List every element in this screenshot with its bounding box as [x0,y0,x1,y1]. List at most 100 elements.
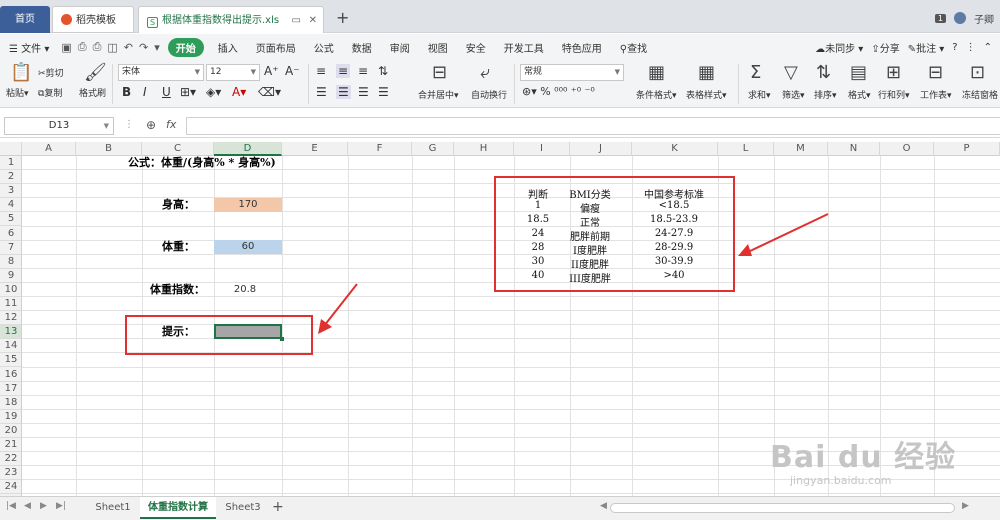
column-header-l[interactable]: L [718,142,774,156]
row-header-12[interactable]: 12 [0,311,21,325]
number-format-select[interactable]: 常规 ▼ [520,64,624,81]
sum-icon[interactable]: Σ [750,64,761,82]
paste-button[interactable]: 粘贴▾ [6,86,29,99]
border-icon[interactable]: ⊞▾ [180,85,196,99]
tab-view[interactable]: 视图 [419,40,457,55]
row-header-5[interactable]: 5 [0,212,21,226]
undo-icon[interactable]: ↶ [121,41,136,54]
formula-input[interactable] [186,117,1000,135]
align-right-icon[interactable]: ☰ [358,85,369,99]
row-header-21[interactable]: 21 [0,438,21,452]
row-header-1[interactable]: 1 [0,156,21,170]
sheet-tab-sheet1[interactable]: Sheet1 [88,497,138,519]
sort-button[interactable]: 排序▾ [814,88,837,101]
decrease-font-icon[interactable]: A⁻ [285,64,300,78]
name-box[interactable]: D13 ▼ [4,117,114,135]
increase-font-icon[interactable]: A⁺ [264,64,279,78]
row-header-23[interactable]: 23 [0,466,21,480]
freeze-icon[interactable]: ⊡ [970,64,985,82]
tab-data[interactable]: 数据 [343,40,381,55]
tab-page-layout[interactable]: 页面布局 [247,40,305,55]
worksheet-icon[interactable]: ⊟ [928,64,943,82]
window-icon[interactable]: ▭ [292,7,301,34]
tab-docer-templates[interactable]: 稻壳模板 [52,6,134,33]
format-painter-button[interactable]: 格式刷 [79,86,106,99]
justify-icon[interactable]: ☰ [378,85,389,99]
fill-color-icon[interactable]: ◈▾ [206,85,221,99]
preview-icon[interactable]: ◫ [104,41,120,54]
column-header-k[interactable]: K [632,142,718,156]
column-header-j[interactable]: J [570,142,632,156]
align-top-icon[interactable]: ≡ [316,64,326,78]
row-header-22[interactable]: 22 [0,452,21,466]
wrap-text-button[interactable]: 自动换行 [471,88,507,101]
column-header-o[interactable]: O [880,142,934,156]
share-button[interactable]: ⇪分享 [871,40,899,55]
wrap-text-icon[interactable]: ⤶ [480,64,490,82]
table-style-icon[interactable]: ▦ [698,64,715,82]
redo-icon[interactable]: ↷ [136,41,151,54]
new-tab-button[interactable]: + [336,8,349,27]
close-icon[interactable]: ✕ [309,7,317,34]
tab-start[interactable]: 开始 [167,37,204,57]
row-header-4[interactable]: 4 [0,198,21,212]
fx-button[interactable]: fx [166,118,176,131]
tab-developer[interactable]: 开发工具 [495,40,553,55]
worksheet-button[interactable]: 工作表▾ [920,88,952,101]
tab-home[interactable]: 首页 [0,6,50,33]
row-header-7[interactable]: 7 [0,241,21,255]
number-format-buttons[interactable]: ⊛▾ % ⁰⁰⁰ ⁺⁰ ⁻⁰ [522,85,595,98]
paste-icon[interactable]: 📋 [10,64,32,82]
align-middle-icon[interactable]: ≡ [336,64,351,78]
orientation-icon[interactable]: ⇅ [378,64,388,78]
column-header-d[interactable]: D [214,142,282,156]
italic-button[interactable]: I [143,85,147,99]
sort-icon[interactable]: ⇅ [816,64,831,82]
format-icon[interactable]: ▤ [850,64,867,82]
sheet-tab-sheet3[interactable]: Sheet3 [218,497,268,519]
add-sheet-button[interactable]: + [272,499,284,515]
row-header-6[interactable]: 6 [0,227,21,241]
tab-insert[interactable]: 插入 [209,40,247,55]
column-header-p[interactable]: P [934,142,1000,156]
comment-button[interactable]: ✎批注 ▾ [908,40,945,55]
underline-button[interactable]: U [162,85,171,99]
merge-center-button[interactable]: 合并居中▾ [418,88,459,101]
print-icon[interactable]: ⎙ [90,40,105,54]
sum-button[interactable]: 求和▾ [748,88,771,101]
window-count-badge[interactable]: 1 [934,13,946,23]
more-icon[interactable]: ⋮ [966,42,976,53]
horizontal-scrollbar[interactable] [610,503,955,513]
align-left-icon[interactable]: ☰ [316,85,327,99]
sheet-tab-bmi[interactable]: 体重指数计算 [140,497,216,519]
clear-format-icon[interactable]: ⌫▾ [258,85,281,99]
column-header-h[interactable]: H [454,142,514,156]
search-button[interactable]: ⚲查找 [611,40,656,55]
drag-handle-icon[interactable]: ⋮ [124,119,134,130]
conditional-format-button[interactable]: 条件格式▾ [636,88,677,101]
filter-button[interactable]: 筛选▾ [782,88,805,101]
select-all-corner[interactable] [0,142,22,156]
column-header-c[interactable]: C [142,142,214,156]
save-icon[interactable]: ▣ [58,41,74,54]
column-header-a[interactable]: A [22,142,76,156]
scroll-right-icon[interactable]: ▶ [962,501,969,511]
row-header-16[interactable]: 16 [0,368,21,382]
font-color-icon[interactable]: A▾ [232,85,246,99]
sync-button[interactable]: ☁未同步 ▾ [815,40,863,55]
merge-center-icon[interactable]: ⊟ [432,64,447,82]
tab-special[interactable]: 特色应用 [553,40,611,55]
row-header-14[interactable]: 14 [0,339,21,353]
cut-button[interactable]: ✂剪切 [38,66,64,79]
tab-review[interactable]: 审阅 [381,40,419,55]
row-header-2[interactable]: 2 [0,170,21,184]
next-sheet-icon[interactable]: ▶ [40,501,47,511]
column-header-g[interactable]: G [412,142,454,156]
row-header-15[interactable]: 15 [0,353,21,367]
row-header-13[interactable]: 13 [0,325,21,339]
scroll-left-icon[interactable]: ◀ [600,501,607,511]
first-sheet-icon[interactable]: |◀ [6,501,16,511]
font-family-select[interactable]: 宋体 ▼ [118,64,204,81]
row-col-icon[interactable]: ⊞ [886,64,901,82]
user-name[interactable]: 子卿 [974,11,994,26]
